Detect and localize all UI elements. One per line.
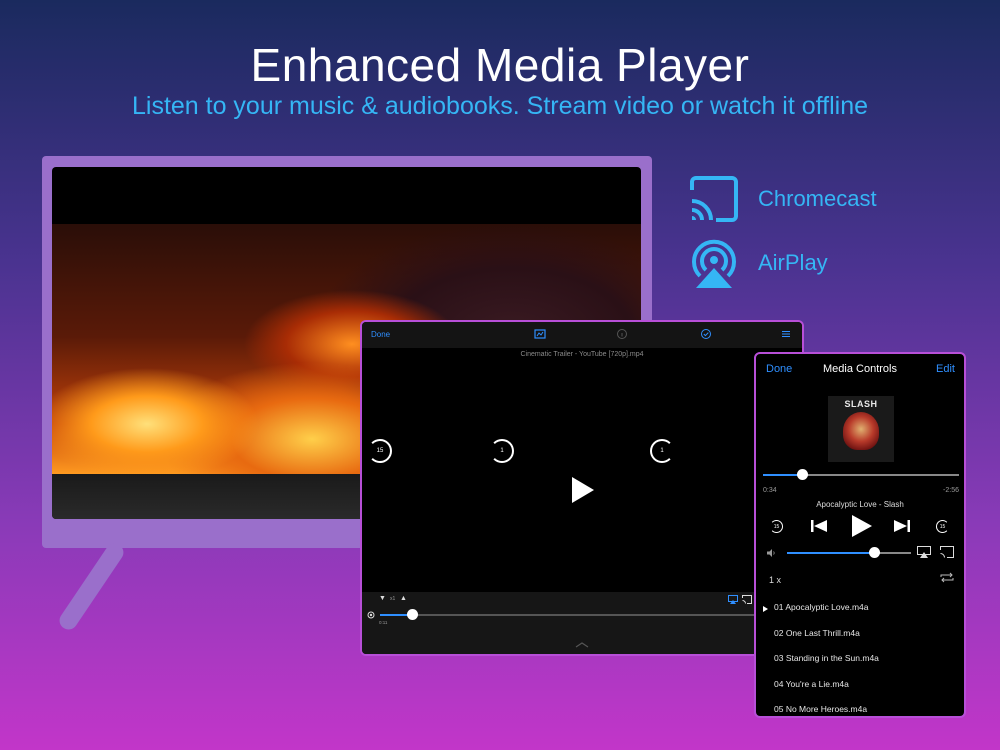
video-title: Cinematic Trailer - YouTube [720p].mp4 xyxy=(520,351,644,358)
chevron-up-icon[interactable] xyxy=(575,642,589,648)
volume-fill xyxy=(787,552,874,554)
playback-speed[interactable]: 1 x xyxy=(769,575,781,585)
ipad-video-player: Done Cinematic Trailer - YouTube [720p].… xyxy=(360,320,804,656)
remaining-time: -2:56 xyxy=(943,487,959,494)
chromecast-row: Chromecast xyxy=(688,176,877,222)
hero-title: Enhanced Media Player xyxy=(250,39,750,91)
menu-icon[interactable] xyxy=(780,328,792,340)
info-icon[interactable] xyxy=(616,328,628,340)
tv-stand xyxy=(56,540,127,633)
phone-edit-button[interactable]: Edit xyxy=(936,363,955,375)
phone-skip-forward-label: 15 xyxy=(939,523,946,530)
album-art: SLASH xyxy=(828,396,894,462)
album-art-text: SLASH xyxy=(844,399,878,409)
phone-media-controls: Media Controls Done Edit SLASH 0:34 -2:5… xyxy=(754,352,966,718)
chromecast-label: Chromecast xyxy=(758,186,877,211)
now-playing-indicator xyxy=(763,606,768,612)
airplay-output-icon[interactable] xyxy=(917,546,931,558)
airplay-icon xyxy=(692,239,736,288)
speed-up-button[interactable]: ▲ xyxy=(400,595,407,602)
phone-skip-forward-button[interactable]: 15 xyxy=(936,520,949,533)
repeat-icon[interactable] xyxy=(939,572,955,583)
skip-back-15-label: 15 xyxy=(376,448,384,454)
airplay-label: AirPlay xyxy=(758,250,828,275)
phone-done-button[interactable]: Done xyxy=(766,363,792,375)
picture-in-picture-icon[interactable] xyxy=(534,328,546,340)
lock-rotation-icon[interactable] xyxy=(367,611,375,619)
ipad-controls-bar: ▼ x1 ▲ 0:11 xyxy=(362,592,802,654)
checkmark-icon[interactable] xyxy=(700,328,712,340)
playlist-item[interactable]: 02 One Last Thrill.m4a xyxy=(774,628,860,638)
skip-forward-label: 1 xyxy=(660,448,664,454)
playlist-item[interactable]: 04 You're a Lie.m4a xyxy=(774,679,849,689)
speed-down-button[interactable]: ▼ xyxy=(379,595,386,602)
skip-back-button[interactable]: 1 xyxy=(490,439,514,463)
album-art-crest xyxy=(843,412,879,450)
playlist-item[interactable]: 05 No More Heroes.m4a xyxy=(774,704,867,714)
chromecast-output-icon[interactable] xyxy=(940,546,954,558)
track-progress-slider[interactable] xyxy=(763,469,959,480)
skip-back-label: 1 xyxy=(500,448,504,454)
playlist-item[interactable]: 01 Apocalyptic Love.m4a xyxy=(774,602,869,612)
elapsed-time: 0:34 xyxy=(763,487,777,494)
playlist-item[interactable]: 03 Standing in the Sun.m4a xyxy=(774,653,879,663)
ipad-toolbar: Done xyxy=(362,322,802,348)
speed-value: x1 xyxy=(390,596,396,602)
next-track-icon[interactable] xyxy=(894,520,910,532)
chromecast-icon xyxy=(690,176,738,222)
hero-subtitle: Listen to your music & audiobooks. Strea… xyxy=(131,92,869,120)
phone-play-icon[interactable] xyxy=(852,515,872,537)
phone-skip-back-label: 15 xyxy=(773,523,780,530)
ipad-done-button[interactable]: Done xyxy=(371,330,390,339)
track-progress-knob[interactable] xyxy=(797,469,809,480)
airplay-row: AirPlay xyxy=(688,236,828,290)
volume-knob[interactable] xyxy=(868,547,880,558)
ipad-seek-knob[interactable] xyxy=(407,609,418,620)
chromecast-small-icon[interactable] xyxy=(742,595,752,604)
ipad-elapsed-time: 0:11 xyxy=(379,620,388,625)
previous-track-icon[interactable] xyxy=(811,520,827,532)
volume-low-icon xyxy=(767,549,775,557)
volume-slider[interactable] xyxy=(787,547,911,558)
play-button[interactable] xyxy=(572,477,594,503)
skip-forward-button[interactable]: 1 xyxy=(650,439,674,463)
ipad-seek-slider[interactable] xyxy=(380,609,780,620)
phone-skip-back-button[interactable]: 15 xyxy=(770,520,783,533)
airplay-small-icon[interactable] xyxy=(728,595,738,604)
track-name: Apocalyptic Love - Slash xyxy=(816,500,904,509)
skip-back-15-button[interactable]: 15 xyxy=(368,439,392,463)
